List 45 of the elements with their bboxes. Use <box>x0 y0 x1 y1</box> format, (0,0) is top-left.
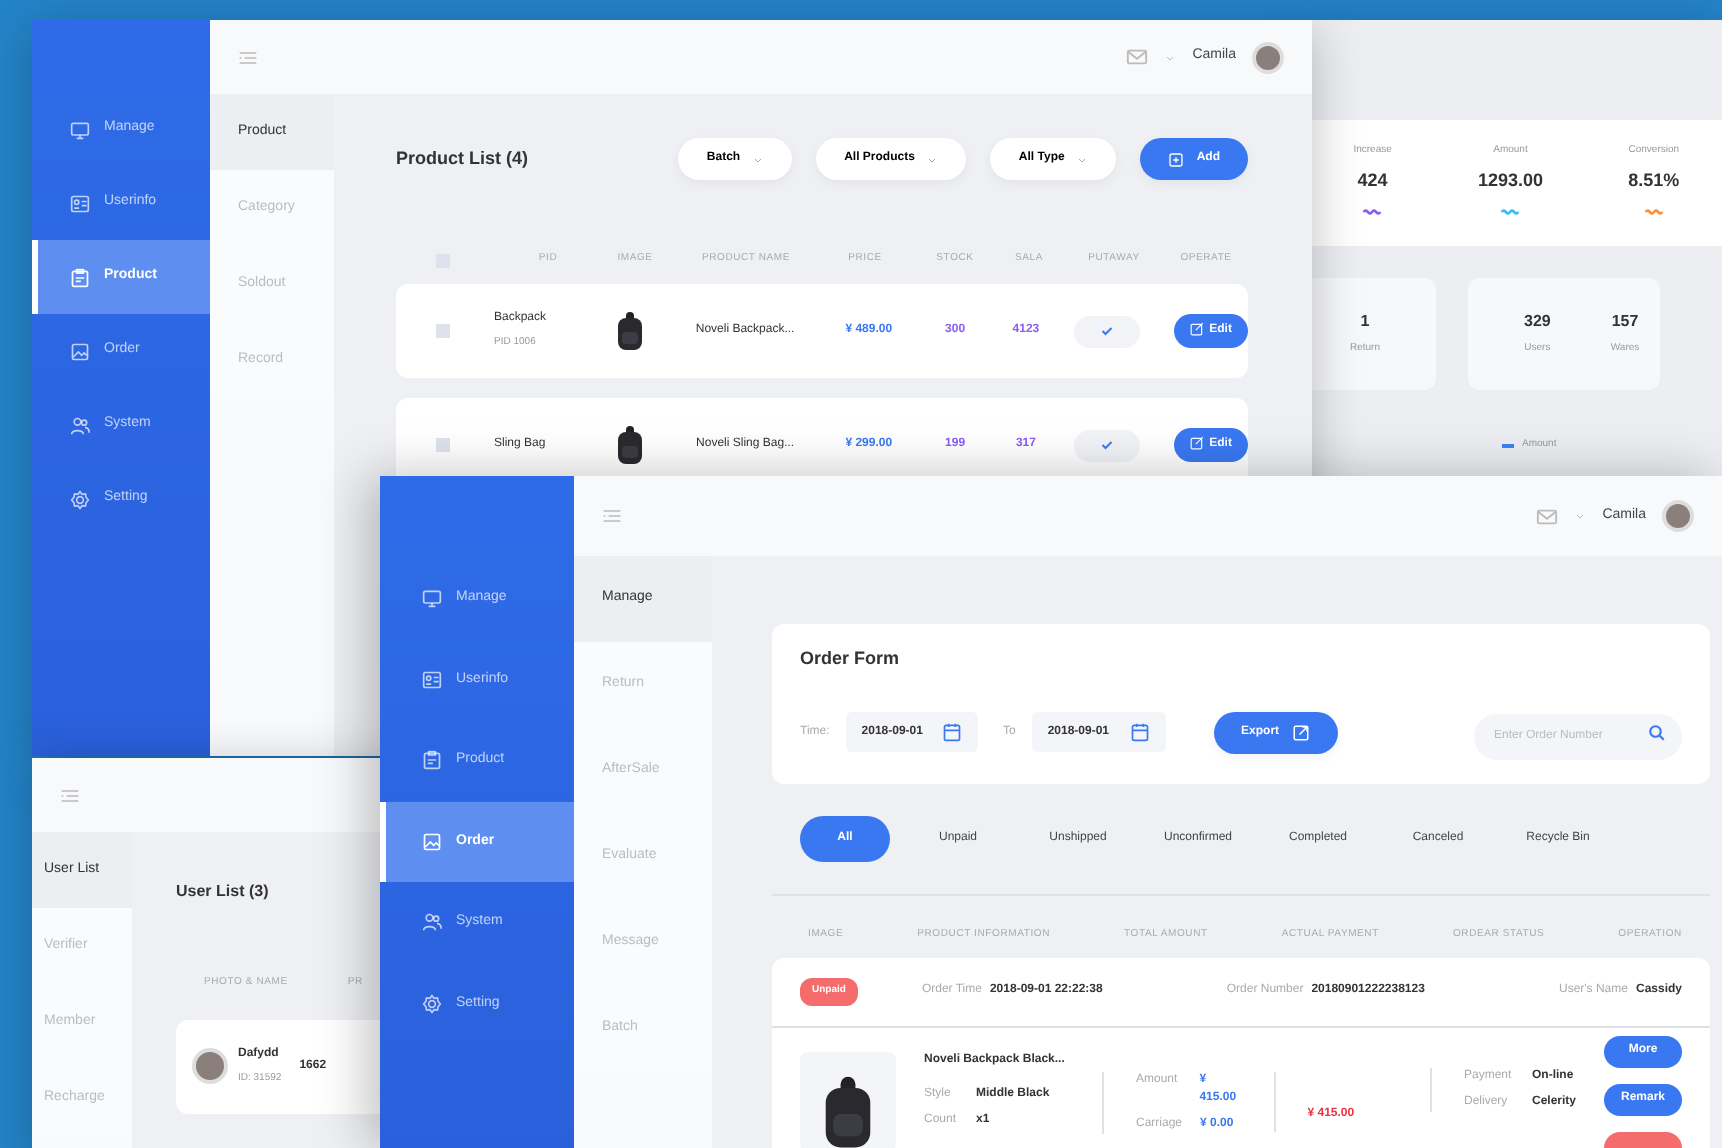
export-icon <box>1291 723 1310 741</box>
monitor-icon <box>422 588 442 609</box>
count-value: 329 <box>1524 310 1551 335</box>
settings-icon <box>70 489 90 509</box>
plus-icon <box>1168 151 1185 167</box>
menu-icon[interactable] <box>60 785 80 805</box>
avatar[interactable] <box>1252 41 1284 73</box>
id-card-icon <box>70 193 90 213</box>
backpack-image <box>822 1075 874 1148</box>
clipboard-icon <box>422 750 442 771</box>
stat-value: 1293.00 <box>1477 167 1543 193</box>
clipboard-icon <box>70 267 90 287</box>
count-value: 1 <box>1360 310 1370 335</box>
settings-icon <box>422 993 442 1014</box>
putaway-toggle[interactable] <box>1074 429 1141 461</box>
avatar[interactable] <box>1662 500 1694 532</box>
people-icon <box>70 415 90 435</box>
stat-value: 8.51% <box>1628 167 1680 193</box>
id-card-icon <box>422 669 442 690</box>
edit-icon <box>1189 436 1204 450</box>
search-icon[interactable] <box>1648 723 1666 741</box>
page-title: Product List (4) <box>396 145 529 172</box>
checkbox[interactable] <box>436 438 450 452</box>
people-icon <box>422 912 442 933</box>
count-value: 157 <box>1611 310 1639 335</box>
page-title: User List (3) <box>176 880 271 904</box>
card-title: Order Form <box>800 646 902 672</box>
menu-icon[interactable] <box>602 506 622 526</box>
backpack-image <box>615 425 644 465</box>
checkbox[interactable] <box>436 324 450 338</box>
check-icon <box>1098 436 1117 454</box>
picture-icon <box>422 831 442 852</box>
check-icon <box>1098 322 1117 340</box>
calendar-icon <box>1129 722 1150 742</box>
backpack-image <box>615 311 644 351</box>
mail-icon[interactable] <box>1536 505 1559 527</box>
edit-icon <box>1189 322 1204 336</box>
mail-icon[interactable] <box>1126 46 1149 68</box>
monitor-icon <box>70 119 90 139</box>
calendar-icon <box>942 722 963 742</box>
avatar <box>192 1048 228 1084</box>
stat-value: 424 <box>1357 167 1388 193</box>
picture-icon <box>70 341 90 361</box>
putaway-toggle[interactable] <box>1074 315 1141 347</box>
menu-icon[interactable] <box>238 47 258 67</box>
